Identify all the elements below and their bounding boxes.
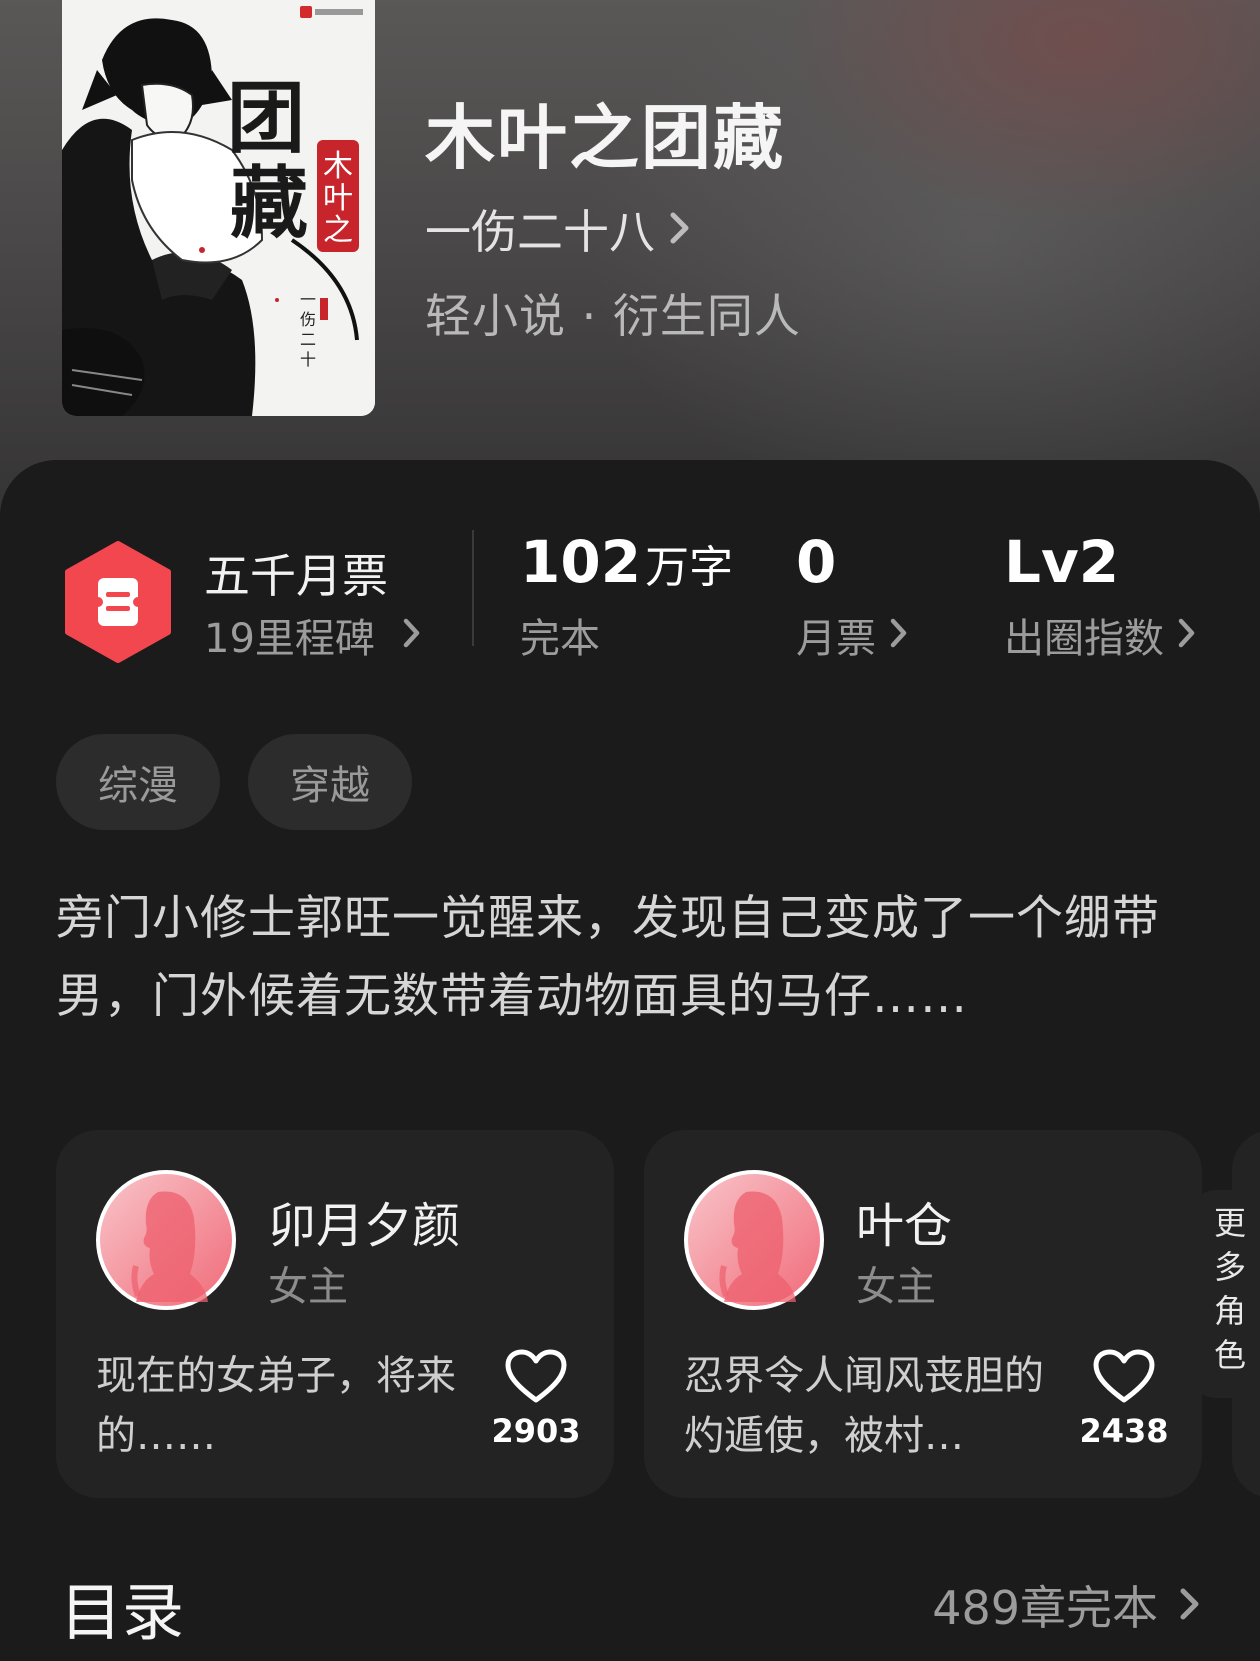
- completion-status: 完本: [520, 616, 600, 662]
- more-characters-label: 更多角色: [1209, 1206, 1247, 1382]
- milestone-title: 五千月票: [204, 549, 388, 603]
- toc-link[interactable]: 489章完本: [932, 1572, 1200, 1638]
- monthly-ticket-value: 0: [796, 528, 837, 596]
- character-avatar: [96, 1170, 236, 1310]
- character-card[interactable]: 叶仓 女主 忍界令人闻风丧胆的灼遁使，被村… 2438: [644, 1130, 1202, 1498]
- book-synopsis[interactable]: 旁门小修士郭旺一觉醒来，发现自己变成了一个绷带男，门外候着无数带着动物面具的马仔…: [56, 880, 1186, 1036]
- svg-text:团: 团: [227, 73, 305, 164]
- word-count-stat: 102 万字 完本: [520, 528, 733, 664]
- svg-text:二: 二: [300, 330, 316, 349]
- chevron-right-icon: [1178, 612, 1196, 658]
- author-link[interactable]: 一伤二十八: [425, 196, 691, 262]
- svg-text:一: 一: [300, 290, 316, 309]
- breakout-index-value: Lv2: [1004, 528, 1120, 596]
- book-cover[interactable]: 团 藏 木 叶 之 一 伤 二 十: [62, 0, 375, 416]
- word-count-unit: 万字: [645, 542, 734, 593]
- tag-chip[interactable]: 穿越: [248, 734, 412, 830]
- character-avatar: [684, 1170, 824, 1310]
- more-characters-button[interactable]: 更多角色: [1190, 1190, 1260, 1398]
- word-count-value: 102: [520, 528, 642, 596]
- character-role: 女主: [856, 1264, 936, 1310]
- character-role: 女主: [268, 1264, 348, 1310]
- svg-text:叶: 叶: [323, 181, 353, 216]
- book-title: 木叶之团藏: [425, 96, 785, 179]
- book-category: 轻小说 · 衍生同人: [425, 289, 801, 343]
- stats-divider: [472, 530, 474, 646]
- ticket-icon[interactable]: [62, 540, 174, 668]
- like-button[interactable]: 2438: [1074, 1348, 1174, 1450]
- toc-summary: 489章完本: [932, 1581, 1158, 1635]
- breakout-index-label: 出圈指数: [1004, 616, 1164, 662]
- svg-text:伤: 伤: [300, 310, 316, 329]
- milestone-link[interactable]: 19里程碑: [204, 606, 421, 664]
- tag-chip[interactable]: 综漫: [56, 734, 220, 830]
- svg-text:之: 之: [323, 213, 353, 248]
- chevron-right-icon: [403, 612, 421, 658]
- tag-list: 综漫 穿越: [56, 734, 412, 830]
- monthly-ticket-label: 月票: [796, 616, 876, 662]
- character-desc: 现在的女弟子，将来的……: [96, 1353, 456, 1459]
- character-name: 叶仓: [856, 1198, 953, 1254]
- chevron-right-icon: [890, 612, 908, 658]
- character-desc: 忍界令人闻风丧胆的灼遁使，被村…: [684, 1353, 1044, 1459]
- svg-text:木: 木: [323, 149, 353, 184]
- breakout-index-stat[interactable]: Lv2 出圈指数: [1004, 528, 1196, 664]
- toc-title: 目录: [60, 1576, 185, 1649]
- character-name: 卯月夕颜: [268, 1198, 461, 1254]
- like-button[interactable]: 2903: [486, 1348, 586, 1450]
- heart-icon: [504, 1349, 568, 1408]
- author-name: 一伤二十八: [425, 205, 655, 259]
- svg-text:藏: 藏: [230, 158, 308, 249]
- chevron-right-icon: [1180, 1578, 1200, 1632]
- book-header: 团 藏 木 叶 之 一 伤 二 十 木叶之团藏 一伤二十八 轻小说 · 衍生同人: [0, 0, 1260, 520]
- character-card[interactable]: 卯月夕颜 女主 现在的女弟子，将来的…… 2903: [56, 1130, 614, 1498]
- monthly-ticket-stat[interactable]: 0 月票: [796, 528, 908, 664]
- milestone-subtitle: 19里程碑: [204, 616, 375, 662]
- cover-illustration: 团 藏 木 叶 之 一 伤 二 十: [62, 0, 375, 416]
- heart-icon: [1092, 1349, 1156, 1408]
- svg-text:十: 十: [300, 350, 316, 369]
- like-count: 2903: [491, 1412, 581, 1450]
- chevron-right-icon: [669, 202, 691, 256]
- like-count: 2438: [1079, 1412, 1169, 1450]
